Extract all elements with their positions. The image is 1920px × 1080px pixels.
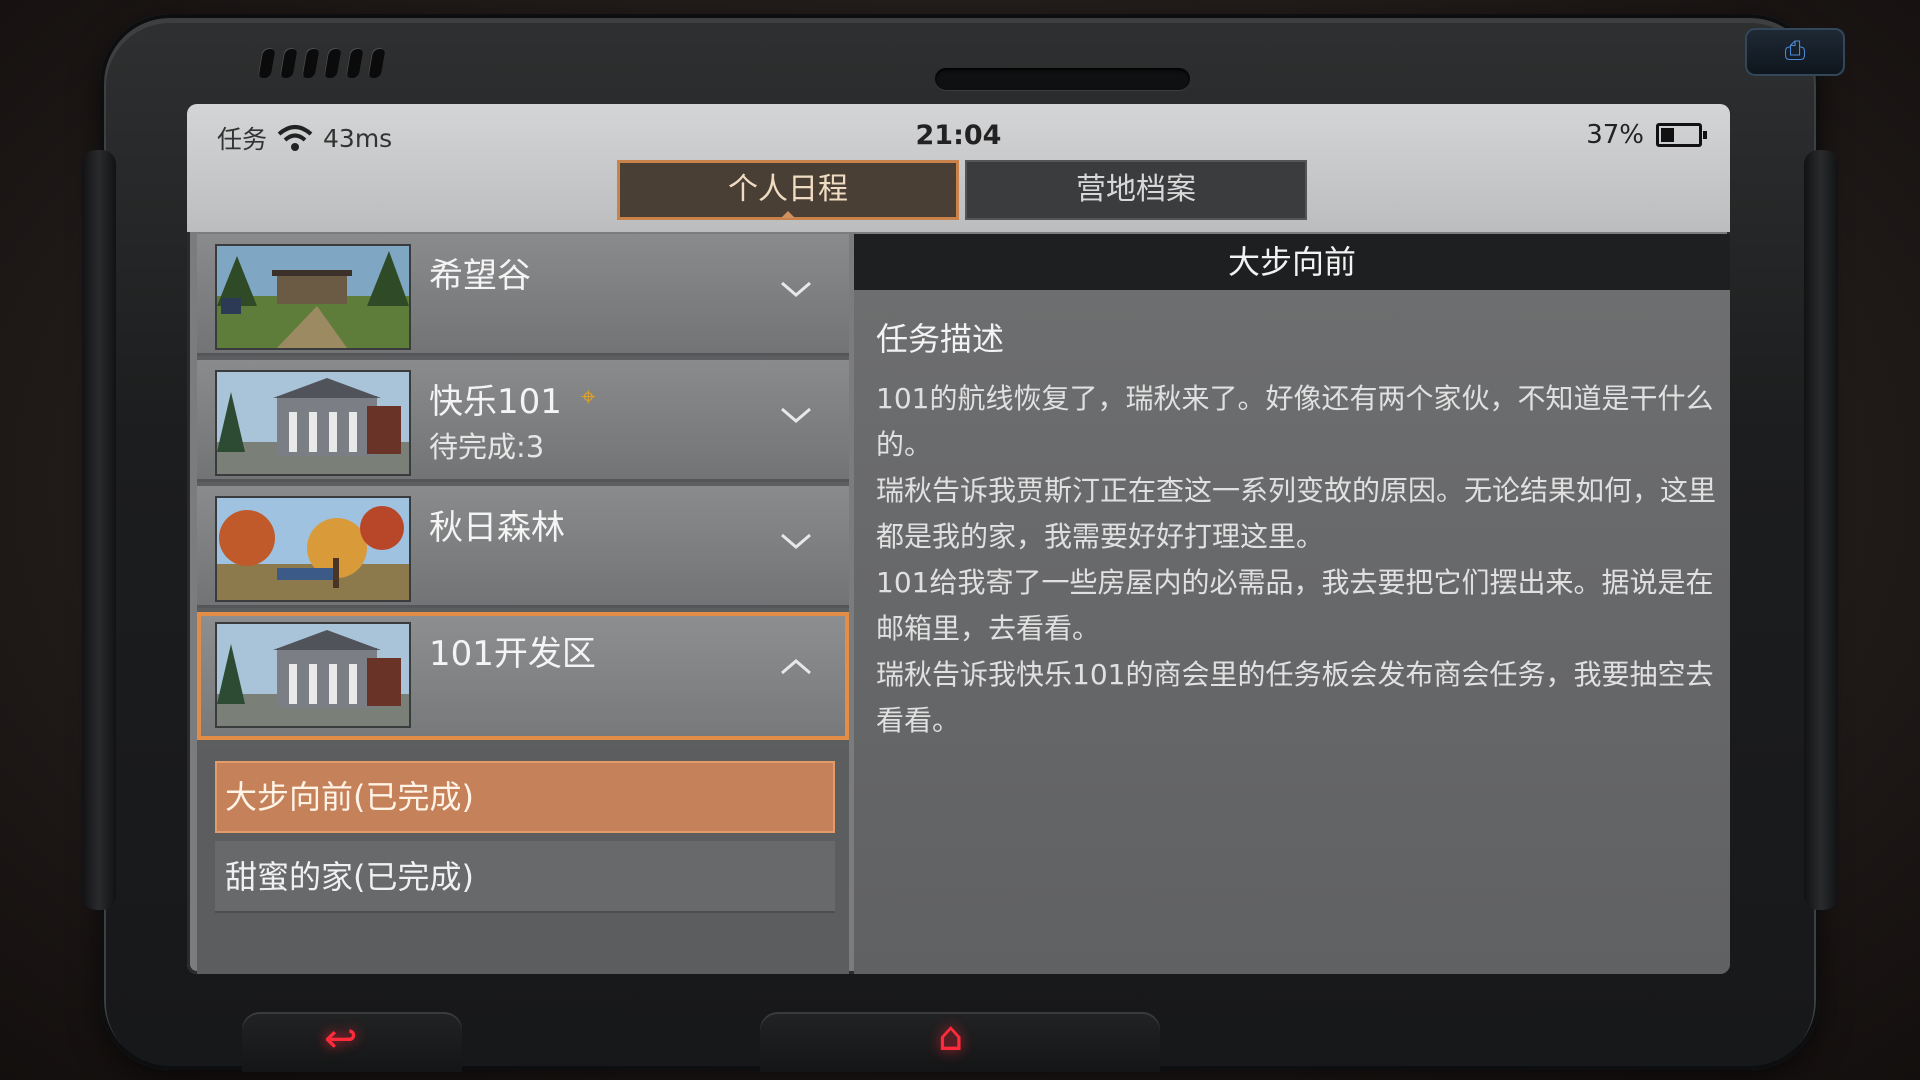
quest-title: 大步向前 (854, 234, 1730, 290)
home-icon: ⌂ (938, 1014, 964, 1060)
chevron-up-icon[interactable] (779, 658, 813, 676)
region-name: 快乐101 (429, 382, 562, 422)
region-item-101-dev-zone[interactable]: 101开发区 (197, 612, 849, 740)
device-top-button[interactable]: ⎙ (1745, 28, 1845, 76)
region-name: 希望谷 (429, 256, 531, 296)
valley-thumbnail (215, 244, 411, 350)
quest-item-stride-forward[interactable]: 大步向前(已完成) (215, 761, 835, 833)
quest-item-sweet-home[interactable]: 甜蜜的家(已完成) (215, 841, 835, 913)
region-item-hope-valley[interactable]: 希望谷 (197, 234, 849, 356)
right-grip (1804, 150, 1838, 910)
autumn-thumbnail (215, 496, 411, 602)
clock: 21:04 (915, 120, 1002, 151)
back-button[interactable]: ↩ (242, 1012, 462, 1072)
region-list: 希望谷 快乐101 ⌖ 待完成:3 秋日森林 101开发区 大步向前(已完成) … (197, 234, 849, 974)
description-paragraph: 瑞秋告诉我快乐101的商会里的任务板会发布商会任务，我要抽空去看看。 (876, 658, 1714, 737)
chevron-down-icon[interactable] (779, 532, 813, 550)
description-paragraph: 101给我寄了一些房屋内的必需品，我去要把它们摆出来。据说是在邮箱里，去看看。 (876, 566, 1714, 645)
region-name: 101开发区 (429, 634, 596, 674)
tab-caret-icon (781, 211, 795, 218)
speaker-vents (257, 48, 386, 78)
region-item-autumn-forest[interactable]: 秋日森林 (197, 486, 849, 608)
region-item-happy-101[interactable]: 快乐101 ⌖ 待完成:3 (197, 360, 849, 482)
back-arrow-icon: ↩ (324, 1016, 358, 1062)
chevron-down-icon[interactable] (779, 280, 813, 298)
description-heading: 任务描述 (876, 320, 1005, 358)
quest-detail-panel: 大步向前 任务描述 101的航线恢复了，瑞秋来了。好像还有两个家伙，不知道是干什… (854, 234, 1730, 974)
target-icon: ⌖ (581, 382, 596, 412)
left-grip (82, 150, 116, 910)
quest-list: 大步向前(已完成) 甜蜜的家(已完成) (197, 749, 849, 974)
tab-camp-archive[interactable]: 营地档案 (965, 160, 1307, 220)
status-bar: 任务 43ms 21:04 37% 个人日程 营地档案 (187, 104, 1730, 232)
description-paragraph: 瑞秋告诉我贾斯汀正在查这一系列变故的原因。无论结果如何，这里都是我的家，我需要好… (876, 474, 1717, 553)
description-text: 101的航线恢复了，瑞秋来了。好像还有两个家伙，不知道是干什么的。 瑞秋告诉我贾… (876, 376, 1716, 744)
tablet-screen: 任务 43ms 21:04 37% 个人日程 营地档案 希望谷 快乐101 ⌖ … (187, 104, 1730, 974)
building-thumbnail (215, 622, 411, 728)
region-name: 秋日森林 (429, 508, 565, 548)
battery-icon (1656, 123, 1707, 147)
top-slot (935, 68, 1190, 90)
building-thumbnail (215, 370, 411, 476)
tab-bar: 个人日程 营地档案 (617, 160, 1307, 220)
tab-personal-schedule[interactable]: 个人日程 (617, 160, 959, 220)
battery-percent: 37% (1586, 120, 1644, 150)
description-paragraph: 101的航线恢复了，瑞秋来了。好像还有两个家伙，不知道是干什么的。 (876, 382, 1714, 461)
chevron-down-icon[interactable] (779, 406, 813, 424)
home-button[interactable]: ⌂ (760, 1012, 1160, 1072)
pending-count: 待完成:3 (429, 430, 545, 464)
